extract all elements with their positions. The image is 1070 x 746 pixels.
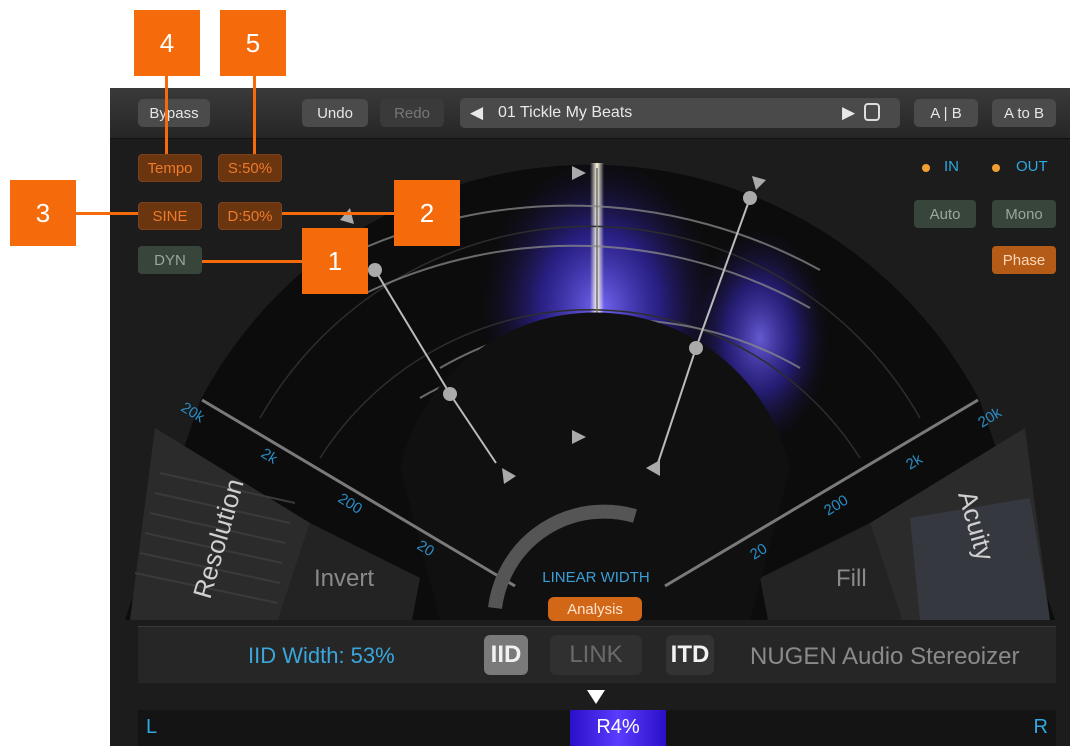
analysis-button[interactable]: Analysis xyxy=(548,597,642,621)
itd-button[interactable]: ITD xyxy=(666,635,714,675)
balance-slider[interactable]: L R4% R xyxy=(138,710,1056,746)
control-node[interactable] xyxy=(368,263,382,277)
width-control-strip: IID Width: 53% IID LINK ITD NUGEN Audio … xyxy=(138,626,1056,683)
callout-3: 3 xyxy=(10,180,76,246)
callout-line xyxy=(253,74,256,154)
next-preset-icon[interactable]: ▶ xyxy=(842,103,855,123)
brand-label: NUGEN Audio Stereoizer xyxy=(750,643,1020,670)
callout-line xyxy=(165,74,168,154)
stereo-field-display[interactable]: 20k 2k 200 20 20k 2k 200 20 Resolution I… xyxy=(110,138,1070,628)
control-node[interactable] xyxy=(743,191,757,205)
redo-button[interactable]: Redo xyxy=(380,99,444,127)
link-button[interactable]: LINK xyxy=(550,635,642,675)
control-node[interactable] xyxy=(689,341,703,355)
width-handle-icon[interactable] xyxy=(340,208,354,224)
bypass-button[interactable]: Bypass xyxy=(138,99,210,127)
preset-name: 01 Tickle My Beats xyxy=(498,104,633,121)
width-handle-icon[interactable] xyxy=(752,176,766,190)
mode-title: LINEAR WIDTH xyxy=(542,569,650,586)
balance-right-label: R xyxy=(1033,716,1048,738)
preset-list-icon[interactable] xyxy=(864,103,880,121)
invert-label[interactable]: Invert xyxy=(314,565,374,592)
callout-1: 1 xyxy=(302,228,368,294)
balance-pointer-icon xyxy=(587,690,605,704)
callout-4: 4 xyxy=(134,10,200,76)
a-to-b-button[interactable]: A to B xyxy=(992,99,1056,127)
callout-line xyxy=(76,212,138,215)
control-node[interactable] xyxy=(443,387,457,401)
balance-value: R4% xyxy=(596,716,640,738)
preset-selector[interactable]: ◀ 01 Tickle My Beats ▶ xyxy=(460,98,900,128)
ab-toggle-button[interactable]: A | B xyxy=(914,99,978,127)
undo-button[interactable]: Undo xyxy=(302,99,368,127)
previous-preset-icon[interactable]: ◀ xyxy=(470,103,483,123)
callout-line xyxy=(282,212,394,215)
balance-left-label: L xyxy=(146,716,158,738)
callout-line xyxy=(202,260,302,263)
stereoizer-plugin: Bypass Undo Redo ◀ 01 Tickle My Beats ▶ … xyxy=(110,88,1070,746)
iid-width-readout: IID Width: 53% xyxy=(248,643,395,668)
fill-label[interactable]: Fill xyxy=(836,565,867,592)
callout-2: 2 xyxy=(394,180,460,246)
iid-button[interactable]: IID xyxy=(484,635,528,675)
callout-5: 5 xyxy=(220,10,286,76)
